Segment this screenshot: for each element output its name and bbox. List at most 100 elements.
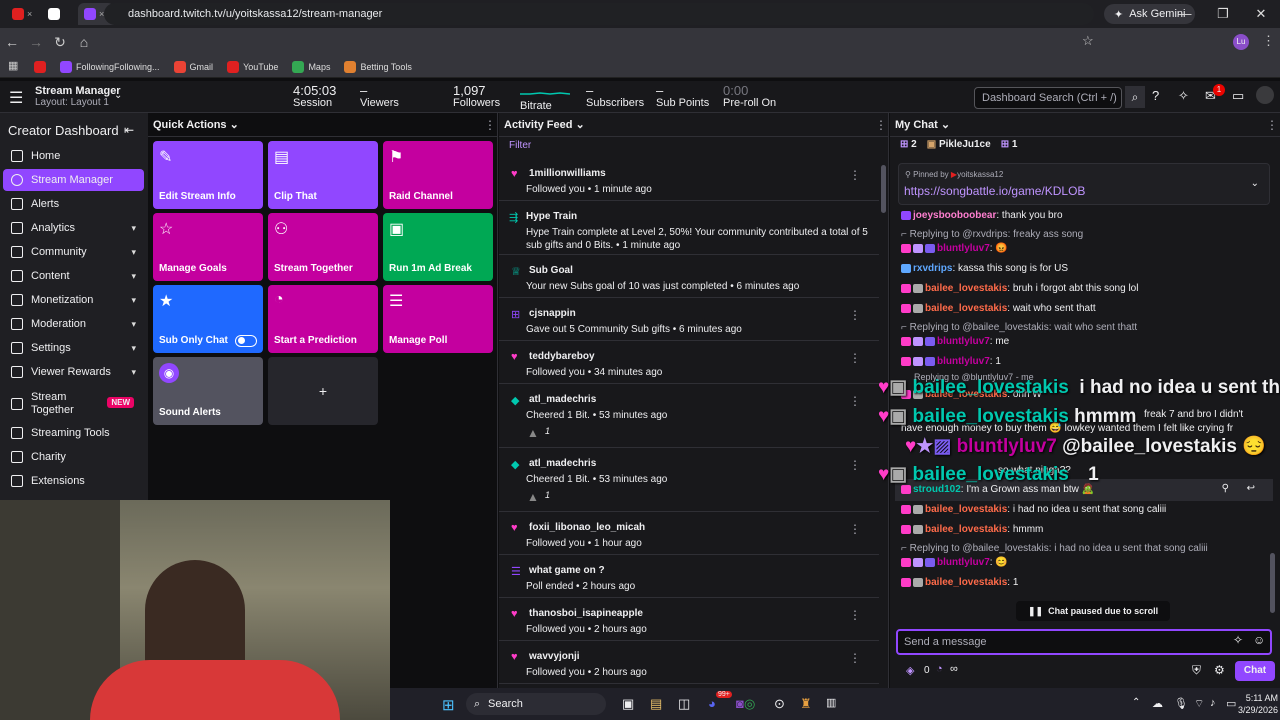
top-gifter[interactable]: ▣ PikleJu1ce [927,139,991,150]
stream-together-tile[interactable]: ⚇ Stream Together [268,213,378,281]
feed-user[interactable]: cjsnappin [529,308,576,319]
bookmark-youtube[interactable] [34,60,46,73]
add-quick-action-tile[interactable]: + [268,357,378,425]
sidebar-item-home[interactable]: Home [3,145,144,167]
back-icon[interactable]: ← [0,34,24,50]
more-options-icon[interactable]: ⋮ [849,651,861,665]
feed-scrollbar[interactable] [881,165,886,213]
more-options-icon[interactable]: ⋮ [849,458,861,472]
sidebar-item-settings[interactable]: Settings ▾ [3,337,144,359]
file-explorer-icon[interactable]: ▤ [650,696,662,712]
manage-poll-tile[interactable]: ☰ Manage Poll [383,285,493,353]
raid-channel-tile[interactable]: ⚑ Raid Channel [383,141,493,209]
chat-username[interactable]: bailee_lovestakis [925,303,1007,314]
chat-username[interactable]: bluntlyluv7 [937,336,990,347]
browser-menu-icon[interactable]: ⋮ [1262,33,1275,49]
more-options-icon[interactable]: ⋮ [849,522,861,536]
bookmark-youtube-label[interactable]: YouTube [227,60,278,73]
more-options-icon[interactable]: ⋮ [849,168,861,182]
chat-scrollbar[interactable] [1270,553,1275,613]
close-icon[interactable]: ✕ [1242,0,1280,28]
prediction-icon[interactable]: ◔ [936,663,943,675]
sidebar-item-alerts[interactable]: Alerts [3,193,144,215]
windows-start-icon[interactable]: ⊞ [442,696,455,714]
chrome-icon[interactable]: ◎ [744,696,755,712]
chat-username[interactable]: bluntlyluv7 [937,243,990,254]
chevron-down-icon[interactable]: ⌄ [114,90,122,101]
more-options-icon[interactable]: ⋮ [849,608,861,622]
chat-username[interactable]: bluntlyluv7 [937,356,990,367]
user-avatar[interactable] [1256,86,1274,104]
feed-user[interactable]: teddybareboy [529,351,595,362]
feed-user[interactable]: thanosboi_isapineapple [529,608,643,619]
collapse-sidebar-icon[interactable]: ⇤ [124,123,134,137]
twitch-icon[interactable]: ◙ [736,696,744,711]
browser-tab[interactable] [42,3,78,25]
feed-user[interactable]: atl_madechris [529,394,596,405]
home-icon[interactable]: ⌂ [72,34,96,50]
sparkle-icon[interactable]: ✧ [1233,633,1243,647]
bookmark-following[interactable]: FollowingFollowing... [60,60,160,73]
chevron-up-icon[interactable]: ⌃ [1132,697,1140,708]
epic-games-icon[interactable]: ▥ [826,696,836,709]
chat-username[interactable]: bailee_lovestakis [925,504,1007,515]
volume-icon[interactable]: ♪ [1210,697,1216,709]
sidebar-item-extensions[interactable]: Extensions [3,470,144,492]
bookmark-gmail[interactable]: Gmail [173,60,213,73]
wifi-icon[interactable]: ⌔ [1194,697,1204,711]
store-icon[interactable]: ◫ [678,696,690,712]
sound-alerts-tile[interactable]: ◉ Sound Alerts [153,357,263,425]
bookmark-maps[interactable]: Maps [292,60,330,73]
chat-send-button[interactable]: Chat [1235,661,1275,681]
cloud-icon[interactable]: ☁ [1152,697,1163,710]
game-icon[interactable]: ♜ [800,696,812,712]
sub-only-toggle[interactable] [235,335,257,347]
chat-username[interactable]: bailee_lovestakis [925,524,1007,535]
more-options-icon[interactable]: ⋮ [849,308,861,322]
mic-icon[interactable]: 🎙 [1174,697,1188,710]
feed-user[interactable]: foxii_libonao_leo_micah [529,522,645,533]
manage-goals-tile[interactable]: ☆ Manage Goals [153,213,263,281]
more-options-icon[interactable]: ⋮ [849,394,861,408]
sidebar-item-charity[interactable]: Charity [3,446,144,468]
taskbar-search[interactable]: ⌕ Search [466,693,606,715]
help-icon[interactable]: ? [1152,88,1159,103]
reload-icon[interactable]: ↻ [48,34,72,51]
hamburger-menu-icon[interactable]: ☰ [9,88,23,108]
steam-icon[interactable]: ⊙ [774,696,785,712]
battery-icon[interactable]: ▭ [1226,697,1236,710]
bookmark-betting-tools[interactable]: Betting Tools [344,60,412,73]
sparkle-icon[interactable]: ✧ [1178,88,1189,104]
reply-icon[interactable]: ↩ [1247,483,1255,494]
chat-username[interactable]: joeysbooboobear [913,210,996,221]
feed-user[interactable]: 1millionwilliams [529,168,606,179]
sidebar-item-stream-manager[interactable]: Stream Manager [3,169,144,191]
sidebar-item-analytics[interactable]: Analytics ▾ [3,217,144,239]
browser-tab[interactable]: × [6,3,42,25]
feed-user[interactable]: wavvyjonji [529,651,580,662]
gear-icon[interactable]: ⚙ [1214,663,1225,677]
run-ad-break-tile[interactable]: ▣ Run 1m Ad Break [383,213,493,281]
forward-icon[interactable]: → [24,34,48,50]
sub-only-chat-tile[interactable]: ★ Sub Only Chat [153,285,263,353]
whisper-icon[interactable]: ▭ [1232,88,1244,104]
chat-username[interactable]: bailee_lovestakis [925,577,1007,588]
more-options-icon[interactable]: ⋮ [484,118,496,132]
emote-icon[interactable]: ☺ [1253,633,1265,647]
url-field[interactable]: dashboard.twitch.tv/u/yoitskassa12/strea… [104,3,1094,25]
more-options-icon[interactable]: ⋮ [1266,118,1278,132]
minimize-icon[interactable]: — [1166,0,1204,28]
chat-paused-banner[interactable]: ❚❚ Chat paused due to scroll [1016,601,1171,621]
channel-points-icon[interactable]: ◈ [906,664,914,677]
sidebar-item-stream-together[interactable]: Stream Together NEW [3,389,144,419]
more-options-icon[interactable]: ⋮ [875,118,887,132]
pinned-message[interactable]: ⚲ Pinned by ▶yoitskassa12 https://songba… [898,163,1270,205]
feed-filter-link[interactable]: Filter [509,140,531,151]
sidebar-item-community[interactable]: Community ▾ [3,241,144,263]
stream-manager-title-block[interactable]: Stream Manager Layout: Layout 1 [35,85,121,109]
bookmark-star-icon[interactable]: ☆ [1082,33,1094,49]
chat-username[interactable]: bluntlyluv7 [937,557,990,568]
pinned-link[interactable]: https://songbattle.io/game/KDLOB [904,184,1085,198]
sidebar-item-monetization[interactable]: Monetization ▾ [3,289,144,311]
sidebar-item-content[interactable]: Content ▾ [3,265,144,287]
